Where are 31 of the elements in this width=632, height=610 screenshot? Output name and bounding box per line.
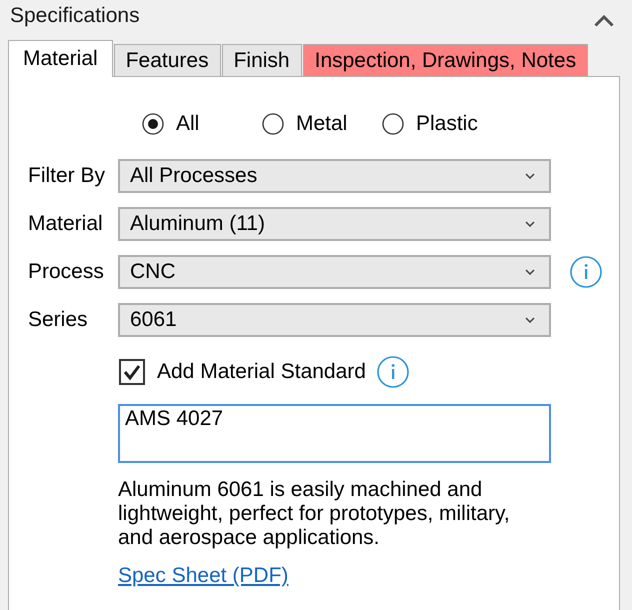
panel-title: Specifications	[10, 4, 140, 28]
field-label: Series	[28, 308, 89, 332]
field-label: Material	[28, 212, 104, 236]
chevron-up-icon[interactable]	[594, 15, 614, 27]
info-icon[interactable]	[570, 256, 602, 288]
info-icon[interactable]	[376, 356, 409, 388]
radio-button[interactable]	[142, 113, 164, 135]
radio-label[interactable]: Plastic	[416, 112, 478, 136]
tab[interactable]: Features	[114, 44, 221, 76]
radio-label[interactable]: All	[176, 112, 200, 136]
radio-button[interactable]	[262, 113, 284, 135]
dropdown[interactable]: CNC	[118, 255, 551, 289]
standard-field[interactable]: AMS 4027	[118, 404, 551, 463]
description-text: Aluminum 6061 is easily machined and lightweight, perfect for prototypes, military, and aerospace applications.	[118, 478, 511, 550]
checkbox-label[interactable]: Add Material Standard	[157, 360, 366, 384]
checkbox[interactable]	[119, 359, 145, 385]
tab[interactable]: Finish	[222, 44, 302, 76]
dropdown[interactable]: 6061	[118, 303, 551, 337]
dropdown[interactable]: Aluminum (11)	[118, 207, 551, 241]
radio-button[interactable]	[382, 113, 404, 135]
dropdown[interactable]: All Processes	[118, 159, 551, 193]
field-label: Process	[28, 260, 105, 284]
caret-icon	[525, 221, 535, 227]
field-label: Filter By	[28, 164, 106, 188]
caret-icon	[525, 269, 535, 275]
radio-label[interactable]: Metal	[296, 112, 348, 136]
spec-sheet-link[interactable]: Spec Sheet (PDF)	[118, 564, 288, 588]
caret-icon	[525, 317, 535, 323]
tab[interactable]: Material	[8, 40, 113, 77]
caret-icon	[525, 173, 535, 179]
tab[interactable]: Inspection, Drawings, Notes	[302, 44, 588, 76]
